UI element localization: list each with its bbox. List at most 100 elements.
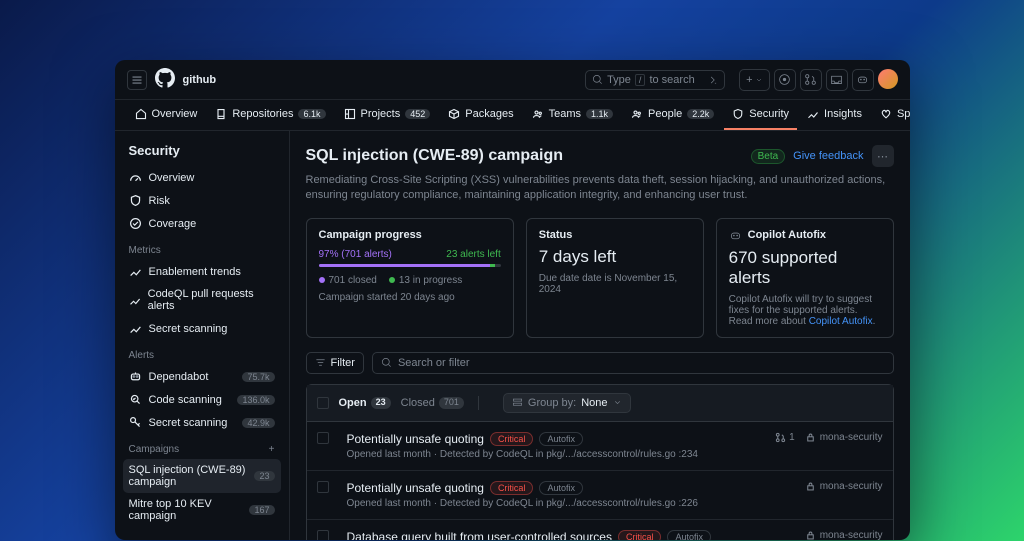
tab-overview[interactable]: Overview [127, 100, 206, 130]
assignee: mona-security [805, 432, 883, 443]
legend-inprogress: 13 in progress [389, 275, 462, 286]
notifications-button[interactable] [826, 69, 848, 91]
pr-icon [775, 432, 786, 443]
alert-checkbox[interactable] [317, 530, 329, 540]
hamburger-icon [131, 74, 143, 86]
closed-toggle[interactable]: Closed701 [401, 397, 464, 409]
alert-row[interactable]: Potentially unsafe quoting Critical Auto… [307, 471, 893, 520]
graph-icon [807, 108, 819, 120]
alert-title: Potentially unsafe quoting [347, 481, 484, 495]
alert-row[interactable]: Potentially unsafe quoting Critical Auto… [307, 422, 893, 471]
tab-sponsoring[interactable]: Sponsoring [872, 100, 910, 130]
main-content: SQL injection (CWE-89) campaign Beta Giv… [290, 131, 910, 540]
status-card: Status 7 days left Due date date is Nove… [526, 218, 704, 338]
copilot-icon [729, 229, 742, 242]
command-icon [708, 75, 718, 85]
rows-icon [512, 397, 523, 408]
filter-button[interactable]: Filter [306, 352, 364, 374]
alert-meta: Opened last month · Detected by CodeQL i… [347, 498, 795, 509]
people-icon [532, 108, 544, 120]
check-icon [129, 217, 142, 230]
search-placeholder: Type [607, 74, 631, 86]
sidebar-item-dependabot[interactable]: Dependabot75.7k [123, 365, 281, 388]
lock-icon [805, 432, 816, 443]
alerts-list: Open23 Closed701 Group by: None [306, 384, 894, 540]
more-actions-button[interactable]: ⋯ [872, 145, 894, 167]
progress-percent: 97% (701 alerts) [319, 249, 392, 260]
alert-title: Database query built from user-controlle… [347, 530, 612, 540]
tab-teams[interactable]: Teams1.1k [524, 100, 621, 130]
tab-repositories[interactable]: Repositories6.1k [207, 100, 333, 130]
chevron-down-icon [613, 398, 622, 407]
autofix-badge: Autofix [667, 530, 711, 540]
search-icon [592, 74, 603, 85]
add-campaign-button[interactable]: + [269, 444, 275, 455]
pr-icon [804, 73, 817, 86]
status-title: Status [539, 229, 691, 241]
page-subtitle: Remediating Cross-Site Scripting (XSS) v… [306, 173, 894, 204]
alert-row[interactable]: Database query built from user-controlle… [307, 520, 893, 540]
shield-icon [732, 108, 744, 120]
sidebar-item-risk[interactable]: Risk [123, 189, 281, 212]
filter-search-input[interactable]: Search or filter [372, 352, 894, 374]
chevron-down-icon [755, 76, 763, 84]
status-sub: Due date date is November 15, 2024 [539, 273, 691, 295]
severity-badge: Critical [618, 530, 662, 540]
issues-button[interactable] [774, 69, 796, 91]
sidebar-item-enablement-trends[interactable]: Enablement trends [123, 260, 281, 283]
filter-icon [315, 357, 326, 368]
copilot-button[interactable] [852, 69, 874, 91]
sidebar-item-sql-injection-(cwe-89)-campaign[interactable]: SQL injection (CWE-89) campaign23 [123, 459, 281, 493]
progress-card: Campaign progress 97% (701 alerts) 23 al… [306, 218, 514, 338]
alert-checkbox[interactable] [317, 432, 329, 444]
tab-projects[interactable]: Projects452 [336, 100, 439, 130]
select-all-checkbox[interactable] [317, 397, 329, 409]
menu-button[interactable] [127, 70, 147, 90]
copilot-icon [856, 73, 869, 86]
tab-insights[interactable]: Insights [799, 100, 870, 130]
avatar[interactable] [878, 69, 898, 89]
group-by-button[interactable]: Group by: None [503, 393, 631, 413]
package-icon [448, 108, 460, 120]
linked-pr[interactable]: 1 [775, 432, 795, 443]
project-icon [344, 108, 356, 120]
legend-closed: 701 closed [319, 275, 377, 286]
sidebar-alerts-header: Alerts [123, 340, 281, 365]
shield-icon [129, 194, 142, 207]
sidebar-item-secret-scanning[interactable]: Secret scanning [123, 317, 281, 340]
alert-meta: Opened last month · Detected by CodeQL i… [347, 449, 766, 460]
sidebar-campaigns-header: Campaigns+ [123, 434, 281, 459]
tab-packages[interactable]: Packages [440, 100, 521, 130]
create-new-button[interactable]: + [739, 69, 769, 91]
sidebar-item-code-scanning[interactable]: Code scanning136.0k [123, 388, 281, 411]
lock-icon [805, 481, 816, 492]
global-search[interactable]: Type / to search [585, 70, 725, 90]
open-toggle[interactable]: Open23 [339, 397, 391, 409]
lock-icon [805, 530, 816, 540]
closed-campaigns-item[interactable]: Closed campaigns 7 [123, 535, 281, 540]
autofix-title: Copilot Autofix [729, 229, 881, 242]
bot-icon [129, 370, 142, 383]
status-value: 7 days left [539, 247, 691, 267]
sidebar-metrics-header: Metrics [123, 235, 281, 260]
sidebar-item-secret-scanning[interactable]: Secret scanning42.9k [123, 411, 281, 434]
issue-icon [778, 73, 791, 86]
severity-badge: Critical [490, 481, 534, 495]
tab-security[interactable]: Security [724, 100, 797, 130]
alert-title: Potentially unsafe quoting [347, 432, 484, 446]
tab-people[interactable]: People2.2k [623, 100, 722, 130]
give-feedback-link[interactable]: Give feedback [793, 150, 863, 162]
meter-icon [129, 171, 142, 184]
autofix-badge: Autofix [539, 481, 583, 495]
github-logo-icon[interactable] [155, 68, 175, 91]
pull-requests-button[interactable] [800, 69, 822, 91]
sidebar-item-overview[interactable]: Overview [123, 166, 281, 189]
search-icon [381, 357, 392, 368]
sidebar-item-coverage[interactable]: Coverage [123, 212, 281, 235]
repo-icon [215, 108, 227, 120]
org-name[interactable]: github [183, 74, 217, 86]
sidebar-item-mitre-top-10-kev-campaign[interactable]: Mitre top 10 KEV campaign167 [123, 493, 281, 527]
copilot-autofix-link[interactable]: Copilot Autofix [809, 316, 873, 327]
alert-checkbox[interactable] [317, 481, 329, 493]
sidebar-item-codeql-pull-requests-alerts[interactable]: CodeQL pull requests alerts [123, 283, 281, 317]
